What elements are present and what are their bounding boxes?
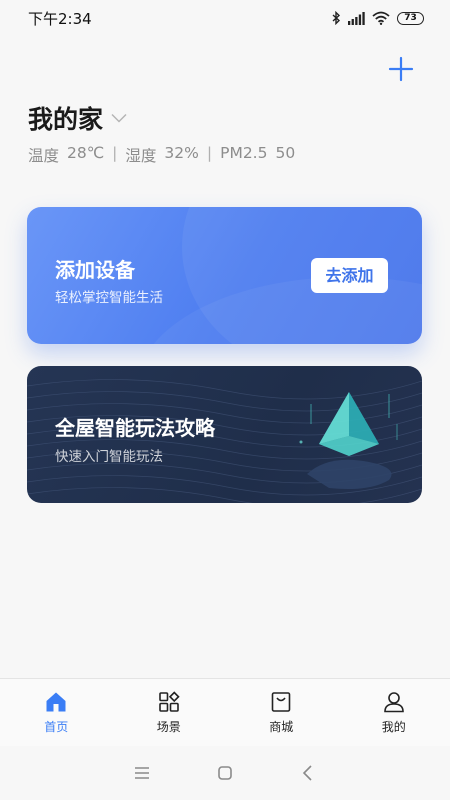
pm-value: 50	[275, 144, 296, 162]
status-time: 下午2:34	[28, 9, 92, 28]
nav-item-store[interactable]: 商城	[236, 691, 326, 735]
nav-label-scene: 场景	[156, 719, 181, 734]
separator: |	[206, 144, 213, 162]
home-selector[interactable]: 我的家	[28, 100, 127, 136]
scene-icon	[158, 690, 180, 712]
temperature-value: 28℃	[67, 144, 105, 162]
guide-title: 全屋智能玩法攻略	[55, 416, 215, 440]
nav-item-home[interactable]: 首页	[11, 691, 101, 735]
menu-icon[interactable]	[132, 763, 152, 783]
add-device-subtitle: 轻松掌控智能生活	[55, 290, 163, 306]
profile-icon	[383, 691, 404, 712]
home-square-icon[interactable]	[215, 763, 235, 783]
signal-icon	[348, 11, 365, 25]
separator: |	[112, 144, 118, 162]
go-add-button[interactable]: 去添加	[311, 258, 388, 293]
bluetooth-icon	[332, 11, 341, 25]
wifi-icon	[372, 11, 390, 25]
status-bar: 下午2:34 73	[0, 0, 450, 36]
temperature-label: 温度	[28, 147, 60, 165]
humidity-value: 32%	[164, 144, 199, 162]
system-navigation-bar	[0, 746, 450, 800]
status-icons: 73	[332, 11, 424, 25]
back-icon[interactable]	[298, 763, 318, 783]
pm-label: PM2.5	[220, 144, 268, 162]
home-icon	[46, 692, 66, 711]
add-icon[interactable]	[388, 56, 414, 82]
pyramid-illustration	[299, 392, 398, 489]
guide-subtitle: 快速入门智能玩法	[55, 449, 163, 465]
store-icon	[271, 691, 291, 712]
environment-info: 温度 28℃ | 湿度 32% | PM2.5 50	[28, 144, 295, 166]
smart-home-guide-card[interactable]: 全屋智能玩法攻略 快速入门智能玩法	[27, 366, 422, 503]
add-device-title: 添加设备	[55, 258, 135, 282]
nav-label-home: 首页	[44, 719, 69, 734]
nav-label-store: 商城	[269, 719, 294, 734]
home-name: 我的家	[28, 105, 104, 134]
humidity-label: 湿度	[125, 147, 157, 165]
chevron-down-icon	[111, 113, 127, 123]
bottom-navigation: 首页 场景 商城 我的	[0, 678, 450, 746]
nav-label-profile: 我的	[381, 719, 406, 734]
battery-icon: 73	[397, 11, 424, 25]
nav-item-profile[interactable]: 我的	[349, 691, 439, 735]
add-device-card[interactable]: 添加设备 轻松掌控智能生活 去添加	[27, 207, 422, 344]
nav-item-scene[interactable]: 场景	[124, 690, 214, 735]
